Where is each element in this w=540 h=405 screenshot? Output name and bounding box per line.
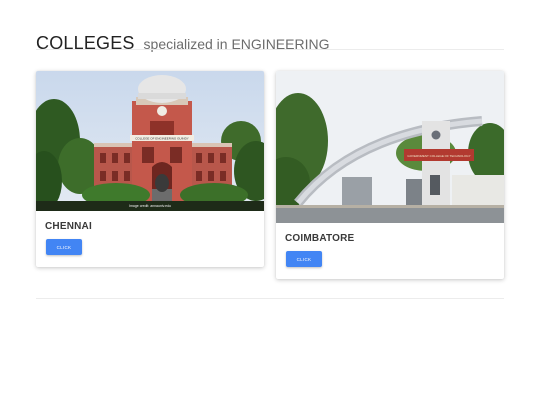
page-title-main: COLLEGES [36,33,135,53]
image-credit: Image credit: annauniv.edu [129,204,171,208]
college-sign-coimbatore: GOVERNMENT COLLEGE OF TECHNOLOGY [407,154,470,158]
footer-divider [36,298,504,299]
college-card-chennai: COLLEGE OF ENGINEERING GUINDY Image cred… [36,71,264,267]
header-divider [36,49,504,50]
college-image-chennai: COLLEGE OF ENGINEERING GUINDY [36,71,264,211]
city-name: COIMBATORE [285,233,355,244]
college-image-coimbatore: GOVERNMENT COLLEGE OF TECHNOLOGY [276,71,504,223]
city-name: CHENNAI [45,221,92,232]
click-button-coimbatore[interactable]: CLICK [286,251,322,267]
page-title: COLLEGES specialized in ENGINEERING [36,20,329,57]
click-button-chennai[interactable]: CLICK [46,239,82,255]
college-card-coimbatore: GOVERNMENT COLLEGE OF TECHNOLOGY COIMBAT… [276,71,504,279]
college-sign-chennai: COLLEGE OF ENGINEERING GUINDY [135,137,189,141]
